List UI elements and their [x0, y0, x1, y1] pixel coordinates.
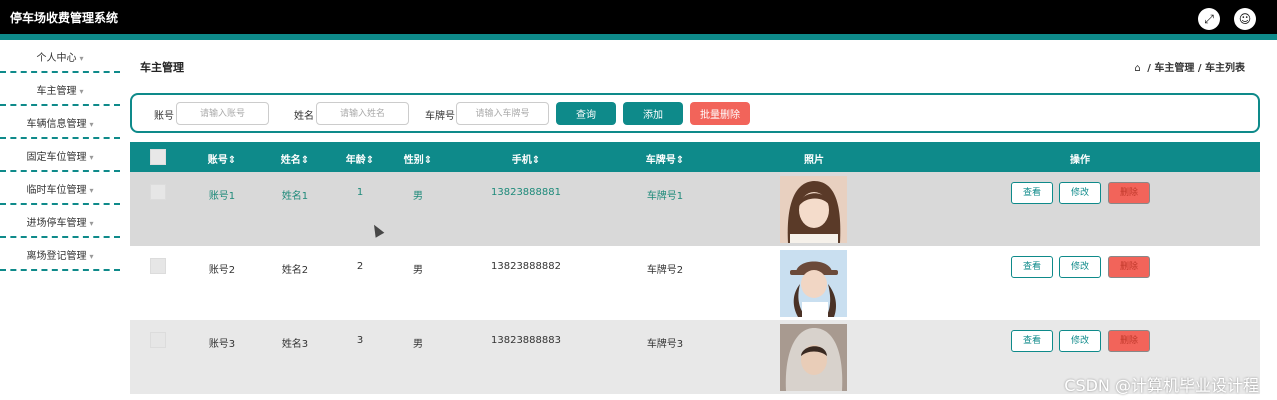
- column-header-plate[interactable]: 车牌号⇕: [646, 151, 684, 166]
- name-label: 姓名: [294, 111, 314, 122]
- cell-phone: 13823888882: [491, 261, 561, 272]
- cell-name: 姓名3: [281, 339, 309, 350]
- user-icon[interactable]: ☺: [1234, 8, 1256, 30]
- batch-delete-button[interactable]: 批量删除: [690, 102, 750, 125]
- column-header-gender[interactable]: 性别⇕: [404, 151, 432, 166]
- cell-account: 账号2: [208, 265, 236, 276]
- add-button[interactable]: 添加: [623, 102, 683, 125]
- cell-plate: 车牌号3: [646, 339, 684, 350]
- home-icon[interactable]: ⌂: [1134, 63, 1140, 74]
- sidebar-item-personal-center[interactable]: 个人中心 ▾: [0, 40, 120, 73]
- plate-label: 车牌号: [425, 111, 455, 122]
- header-accent-bar: [0, 34, 1277, 40]
- sidebar-item-entry-parking[interactable]: 进场停车管理 ▾: [0, 205, 120, 238]
- cell-gender: 男: [413, 339, 423, 350]
- account-label: 账号: [154, 111, 174, 122]
- sidebar-item-temporary-parking[interactable]: 临时车位管理 ▾: [0, 172, 120, 205]
- cell-age: 3: [356, 335, 364, 346]
- row-checkbox[interactable]: [150, 332, 166, 348]
- view-button[interactable]: 查看: [1011, 330, 1053, 352]
- chevron-down-icon: ▾: [79, 54, 84, 63]
- sort-icon: ⇕: [675, 155, 685, 166]
- chevron-down-icon: ▾: [89, 219, 94, 228]
- cell-gender: 男: [413, 191, 423, 202]
- sort-icon: ⇕: [531, 155, 541, 166]
- delete-button[interactable]: 删除: [1108, 182, 1150, 204]
- chevron-down-icon: ▾: [89, 252, 94, 261]
- cell-plate: 车牌号2: [646, 265, 684, 276]
- watermark: CSDN @计算机毕业设计程: [1064, 376, 1259, 395]
- name-input[interactable]: [316, 102, 409, 125]
- owner-photo: [780, 250, 847, 317]
- sidebar-item-exit-registration[interactable]: 离场登记管理 ▾: [0, 238, 120, 271]
- chevron-down-icon: ▾: [89, 153, 94, 162]
- owner-photo: [780, 176, 847, 243]
- sort-icon: ⇕: [365, 155, 375, 166]
- sort-icon: ⇕: [227, 155, 237, 166]
- view-button[interactable]: 查看: [1011, 256, 1053, 278]
- sort-icon: ⇕: [300, 155, 310, 166]
- view-button[interactable]: 查看: [1011, 182, 1053, 204]
- table-row: 账号2 姓名2 2 男 13823888882 车牌号2 查看 修改 删除: [130, 246, 1260, 320]
- expand-icon[interactable]: ⤢: [1198, 8, 1220, 30]
- search-panel: 账号 姓名 车牌号 查询 添加 批量删除: [130, 93, 1260, 133]
- cell-age: 2: [356, 261, 364, 272]
- breadcrumb: ⌂ / 车主管理 / 车主列表: [1134, 63, 1245, 74]
- row-checkbox[interactable]: [150, 258, 166, 274]
- account-input[interactable]: [176, 102, 269, 125]
- column-header-age[interactable]: 年龄⇕: [346, 151, 374, 166]
- column-header-phone[interactable]: 手机⇕: [512, 151, 540, 166]
- owner-table: 账号⇕ 姓名⇕ 年龄⇕ 性别⇕ 手机⇕ 车牌号⇕ 照片 操作 账号1 姓名1 1…: [130, 142, 1260, 394]
- sidebar-item-vehicle-info[interactable]: 车辆信息管理 ▾: [0, 106, 120, 139]
- edit-button[interactable]: 修改: [1059, 256, 1101, 278]
- top-bar: 停车场收费管理系统 ⤢ ☺: [0, 0, 1277, 34]
- breadcrumb-item[interactable]: 车主管理: [1154, 63, 1194, 74]
- page-title: 车主管理: [140, 61, 184, 74]
- column-header-name[interactable]: 姓名⇕: [281, 151, 309, 166]
- row-checkbox[interactable]: [150, 184, 166, 200]
- edit-button[interactable]: 修改: [1059, 330, 1101, 352]
- chevron-down-icon: ▾: [79, 87, 84, 96]
- table-row: 账号1 姓名1 1 男 13823888881 车牌号1 查看 修改 删除: [130, 172, 1260, 246]
- cell-name: 姓名1: [281, 191, 309, 202]
- cell-phone: 13823888881: [491, 187, 561, 198]
- delete-button[interactable]: 删除: [1108, 256, 1150, 278]
- cell-plate: 车牌号1: [646, 191, 684, 202]
- sort-icon: ⇕: [423, 155, 433, 166]
- breadcrumb-item: 车主列表: [1205, 63, 1245, 74]
- column-header-account[interactable]: 账号⇕: [208, 151, 236, 166]
- cell-phone: 13823888883: [491, 335, 561, 346]
- query-button[interactable]: 查询: [556, 102, 616, 125]
- cell-account: 账号3: [208, 339, 236, 350]
- app-title: 停车场收费管理系统: [10, 11, 119, 25]
- sidebar-item-fixed-parking[interactable]: 固定车位管理 ▾: [0, 139, 120, 172]
- column-header-photo: 照片: [804, 155, 824, 166]
- edit-button[interactable]: 修改: [1059, 182, 1101, 204]
- table-header: 账号⇕ 姓名⇕ 年龄⇕ 性别⇕ 手机⇕ 车牌号⇕ 照片 操作: [130, 142, 1260, 172]
- plate-input[interactable]: [456, 102, 549, 125]
- cell-name: 姓名2: [281, 265, 309, 276]
- chevron-down-icon: ▾: [89, 186, 94, 195]
- cell-gender: 男: [413, 265, 423, 276]
- sidebar-item-owner-management[interactable]: 车主管理 ▾: [0, 73, 120, 106]
- cell-account: 账号1: [208, 191, 236, 202]
- cell-age: 1: [356, 187, 364, 198]
- column-header-actions: 操作: [1070, 155, 1090, 166]
- chevron-down-icon: ▾: [89, 120, 94, 129]
- owner-photo: [780, 324, 847, 391]
- sidebar: 个人中心 ▾ 车主管理 ▾ 车辆信息管理 ▾ 固定车位管理 ▾ 临时车位管理 ▾ 进场停车…: [0, 40, 120, 400]
- select-all-checkbox[interactable]: [150, 149, 166, 165]
- delete-button[interactable]: 删除: [1108, 330, 1150, 352]
